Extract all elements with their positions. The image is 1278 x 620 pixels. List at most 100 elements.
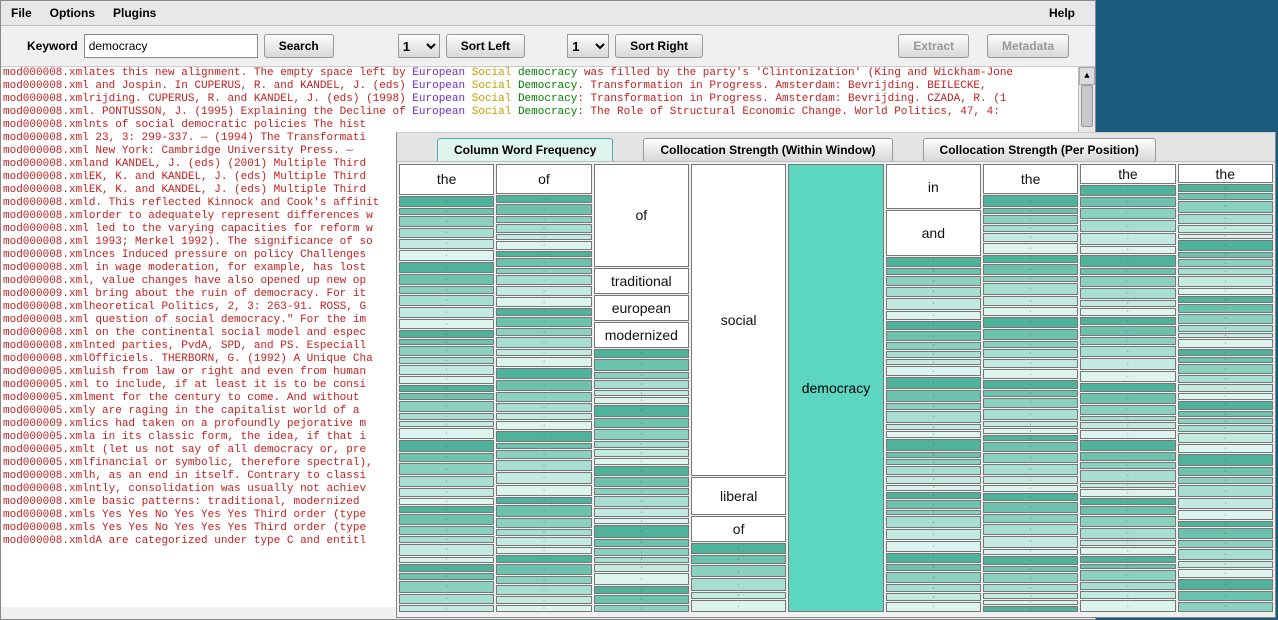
sort-right-button[interactable]: Sort Right (615, 34, 703, 58)
extract-button[interactable]: Extract (898, 34, 969, 58)
mosaic-filler: · (886, 431, 981, 438)
mosaic-filler: · (399, 421, 494, 427)
mosaic-filler: · (886, 366, 981, 375)
mosaic-filler: · (983, 255, 1078, 263)
mosaic-filler: · (496, 268, 591, 274)
mosaic-filler: · (594, 458, 689, 466)
mosaic-filler: · (1080, 255, 1175, 267)
mosaic-cell[interactable]: and (886, 210, 981, 255)
search-button[interactable]: Search (264, 34, 334, 58)
metadata-button[interactable]: Metadata (987, 34, 1069, 58)
mosaic-filler: · (1080, 346, 1175, 357)
mosaic-filler: · (983, 409, 1078, 421)
mosaic-filler: · (983, 195, 1078, 207)
concordance-row[interactable]: mod000008.xml and Jospin. In CUPERUS, R.… (1, 80, 1095, 93)
mosaic-filler: · (886, 476, 981, 483)
mosaic-filler: · (496, 286, 591, 296)
mosaic-filler: · (1080, 528, 1175, 539)
mosaic-filler: · (496, 337, 591, 349)
concordance-row[interactable]: mod000008.xml. PONTUSSON, J. (1995) Expl… (1, 106, 1095, 119)
mosaic-filler: · (983, 243, 1078, 254)
scroll-up-icon[interactable]: ▲ (1079, 67, 1095, 85)
mosaic-filler: · (1080, 337, 1175, 345)
mosaic-filler: · (1080, 489, 1175, 497)
mosaic-filler: · (594, 359, 689, 371)
mosaic-filler: · (983, 307, 1078, 315)
mosaic-filler: · (594, 496, 689, 507)
mosaic-cell[interactable]: of (496, 164, 591, 194)
mosaic-filler: · (1080, 383, 1175, 392)
sort-right-num[interactable]: 1 (567, 34, 609, 58)
mosaic-filler: · (886, 439, 981, 451)
menu-file[interactable]: File (7, 5, 36, 21)
mosaic-filler: · (983, 359, 1078, 368)
mosaic-filler: · (1178, 591, 1273, 601)
mosaic-filler: · (594, 573, 689, 585)
mosaic-filler: · (1178, 364, 1273, 374)
mosaic-filler: · (496, 596, 591, 603)
mosaic-cell[interactable]: social (691, 164, 786, 476)
mosaic-column: inand···································… (886, 164, 981, 612)
mosaic-filler: · (399, 208, 494, 215)
mosaic-filler: · (496, 555, 591, 562)
mosaic-filler: · (1080, 197, 1175, 208)
mosaic-filler: · (1178, 549, 1273, 561)
mosaic-filler: · (983, 276, 1078, 282)
concordance-row[interactable]: mod000008.xmlnts of social democratic po… (1, 119, 1095, 132)
mosaic-filler: · (983, 573, 1078, 583)
mosaic-filler: · (399, 564, 494, 572)
mosaic-filler: · (594, 349, 689, 358)
menu-help[interactable]: Help (1045, 5, 1079, 21)
mosaic-filler: · (886, 541, 981, 551)
mosaic-cell[interactable]: the (983, 164, 1078, 194)
sort-left-button[interactable]: Sort Left (446, 34, 525, 58)
mosaic-filler: · (594, 595, 689, 604)
menu-options[interactable]: Options (46, 5, 99, 21)
mosaic-cell[interactable]: in (886, 164, 981, 209)
mosaic-cell[interactable]: the (1178, 164, 1273, 183)
mosaic-filler: · (1080, 300, 1175, 306)
mosaic-filler: · (1080, 570, 1175, 581)
mosaic-filler: · (496, 421, 591, 430)
concordance-row[interactable]: mod000008.xmlrijding. CUPERUS, R. and KA… (1, 93, 1095, 106)
mosaic-filler: · (983, 317, 1078, 329)
mosaic-filler: · (594, 539, 689, 548)
mosaic-filler: · (1080, 393, 1175, 404)
tab-collocation-position[interactable]: Collocation Strength (Per Position) (923, 138, 1156, 161)
mosaic-filler: · (1178, 418, 1273, 424)
mosaic-filler: · (1178, 498, 1273, 510)
mosaic-filler: · (886, 257, 981, 267)
scrollbar-thumb[interactable] (1081, 85, 1093, 127)
mosaic-cell[interactable]: traditional (594, 268, 689, 294)
tab-collocation-window[interactable]: Collocation Strength (Within Window) (643, 138, 892, 161)
mosaic-cell[interactable]: democracy (788, 164, 883, 612)
mosaic-cell[interactable]: the (399, 164, 494, 195)
mosaic-filler: · (1080, 308, 1175, 316)
sort-left-num[interactable]: 1 (398, 34, 440, 58)
mosaic-filler: · (1080, 582, 1175, 590)
mosaic-filler: · (496, 380, 591, 392)
mosaic-filler: · (1178, 375, 1273, 383)
mosaic-filler: · (399, 393, 494, 399)
mosaic-filler: · (1178, 433, 1273, 444)
mosaic-filler: · (691, 592, 786, 599)
tab-column-word-frequency[interactable]: Column Word Frequency (437, 138, 613, 161)
keyword-input[interactable] (84, 34, 258, 58)
mosaic-filler: · (1178, 314, 1273, 324)
concordance-row[interactable]: mod000008.xmlates this new alignment. Th… (1, 67, 1095, 80)
mosaic-cell[interactable]: liberal (691, 477, 786, 515)
mosaic-cell[interactable]: european (594, 295, 689, 321)
mosaic-filler: · (399, 286, 494, 294)
mosaic-filler: · (1178, 240, 1273, 251)
mosaic-filler: · (1080, 220, 1175, 232)
mosaic-cell[interactable]: of (594, 164, 689, 267)
mosaic-cell[interactable]: the (1080, 164, 1175, 184)
mosaic-filler: · (983, 584, 1078, 592)
mosaic-filler: · (399, 385, 494, 392)
mosaic-column: of······································… (496, 164, 591, 612)
menu-plugins[interactable]: Plugins (109, 5, 160, 21)
mosaic-cell[interactable]: modernized (594, 322, 689, 348)
mosaic-filler: · (983, 536, 1078, 548)
mosaic-filler: · (983, 390, 1078, 396)
mosaic-cell[interactable]: of (691, 516, 786, 542)
